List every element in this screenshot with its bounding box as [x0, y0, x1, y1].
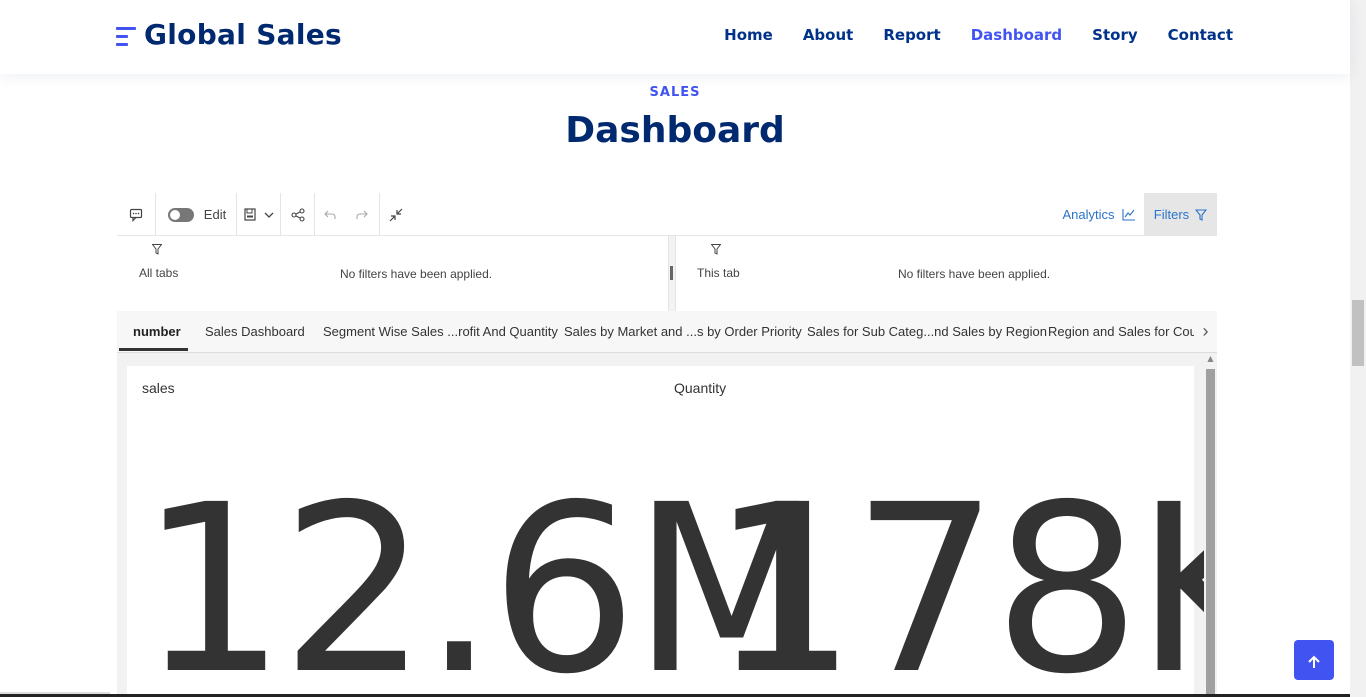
kpi-value-quantity: 178K [710, 455, 1217, 697]
arrow-up-icon [1308, 655, 1320, 668]
toggle-switch-icon [167, 207, 194, 222]
tab-sales-dashboard[interactable]: Sales Dashboard [205, 311, 305, 352]
filter-icon [1195, 208, 1208, 221]
edit-toggle[interactable]: Edit [167, 193, 227, 236]
chevron-down-icon [264, 212, 274, 218]
all-tabs-message: No filters have been applied. [340, 267, 493, 281]
share-icon[interactable] [282, 193, 314, 236]
brand-logo[interactable]: Global Sales [116, 18, 342, 51]
menu-lines-icon [116, 22, 138, 48]
kpi-label-quantity: Quantity [674, 380, 727, 396]
nav-dashboard[interactable]: Dashboard [971, 26, 1062, 44]
brand-name: Global Sales [144, 18, 343, 51]
undo-icon[interactable] [317, 193, 343, 236]
filters-button[interactable]: Filters [1144, 193, 1217, 236]
analytics-button[interactable]: Analytics [1059, 193, 1139, 236]
embed-toolbar: Edit Analytics Filters [117, 193, 1217, 236]
filter-panel: All tabs No filters have been applied. T… [117, 236, 1217, 311]
save-menu-button[interactable] [239, 193, 279, 236]
analytics-label: Analytics [1062, 207, 1115, 222]
all-tabs-label: All tabs [139, 266, 179, 280]
scroll-up-icon[interactable]: ▲ [1204, 353, 1217, 365]
all-tabs-filter-pane: All tabs No filters have been applied. [117, 236, 669, 311]
tableau-embed: Edit Analytics Filters All tabs No filte… [117, 193, 1217, 697]
collapse-icon[interactable] [383, 193, 409, 236]
tab-sales-sub-category[interactable]: Sales for Sub Categ...nd Sales by Region [807, 311, 1047, 352]
filter-icon [151, 244, 163, 258]
nav-report[interactable]: Report [883, 26, 940, 44]
viz-scrollbar-thumb[interactable] [1206, 369, 1215, 697]
comment-icon[interactable] [123, 193, 149, 236]
this-tab-label: This tab [697, 266, 740, 280]
redo-icon[interactable] [349, 193, 375, 236]
nav-contact[interactable]: Contact [1168, 26, 1233, 44]
filters-label: Filters [1153, 207, 1190, 222]
tab-region-sales-country[interactable]: Region and Sales for Countr [1048, 311, 1212, 352]
tab-number[interactable]: number [133, 311, 181, 352]
chevron-right-icon[interactable]: › [1194, 311, 1217, 352]
page-title: Dashboard [565, 110, 785, 151]
save-icon [244, 208, 256, 221]
active-tab-indicator [119, 348, 188, 351]
kpi-label-sales: sales [142, 380, 175, 396]
visualization-area: sales Quantity 12.6M 178K ▲ [117, 353, 1217, 697]
nav-about[interactable]: About [803, 26, 854, 44]
main-nav: Home About Report Dashboard Story Contac… [694, 26, 1233, 44]
page-scrollbar-thumb[interactable] [1352, 300, 1364, 366]
tab-segment-wise-sales[interactable]: Segment Wise Sales ...rofit And Quantity [323, 311, 558, 352]
nav-home[interactable]: Home [724, 26, 773, 44]
this-tab-message: No filters have been applied. [898, 267, 1051, 281]
kpi-sheet: sales Quantity 12.6M 178K [127, 366, 1217, 697]
this-tab-filter-pane: This tab No filters have been applied. [675, 236, 1217, 311]
grip-icon [670, 266, 673, 280]
site-header: Global Sales Home About Report Dashboard… [0, 0, 1350, 74]
sheet-tabs: number Sales Dashboard Segment Wise Sale… [117, 311, 1217, 353]
filter-icon [710, 244, 722, 258]
tab-sales-by-market[interactable]: Sales by Market and ...s by Order Priori… [564, 311, 802, 352]
nav-story[interactable]: Story [1092, 26, 1137, 44]
section-eyebrow: SALES [649, 85, 701, 100]
back-to-top-button[interactable] [1294, 640, 1334, 680]
chart-icon [1121, 209, 1135, 221]
edit-label: Edit [203, 207, 227, 222]
